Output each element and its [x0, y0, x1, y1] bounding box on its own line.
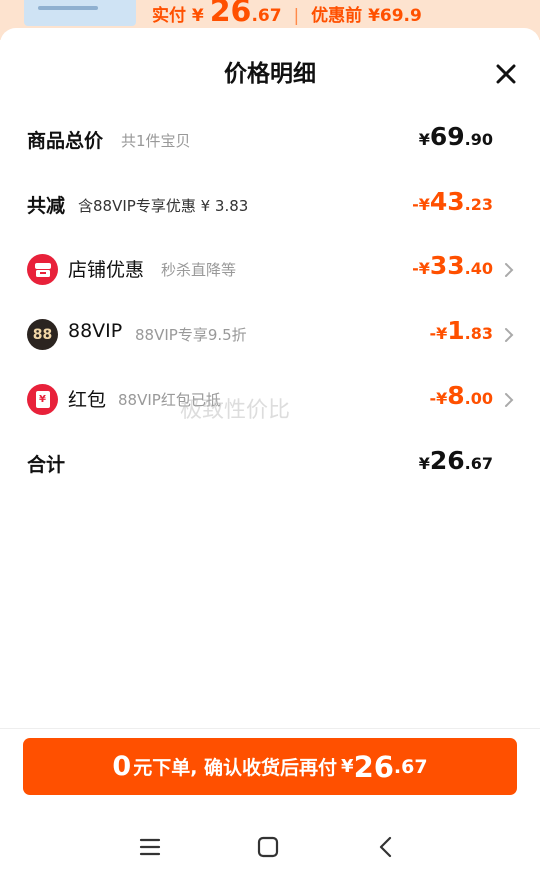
red-packet-label: 红包 — [68, 389, 107, 411]
actual-price-dec: .67 — [251, 6, 282, 26]
shop-discount-label: 店铺优惠 — [68, 259, 145, 281]
currency-symbol: ¥ — [191, 6, 204, 26]
chevron-right-icon[interactable] — [502, 326, 516, 344]
actual-price-int: 26 — [209, 0, 252, 29]
88vip-icon: 88 — [27, 319, 58, 350]
total-price-label: 商品总价 — [27, 130, 104, 152]
row-sum: 合计 ¥26.67 — [0, 446, 540, 486]
red-packet-icon: ¥ — [27, 384, 58, 415]
row-88vip[interactable]: 88 88VIP 88VIP专享9.5折 -¥1.83 — [0, 316, 540, 356]
row-shop-discount[interactable]: 店铺优惠 秒杀直降等 -¥33.40 — [0, 251, 540, 291]
reduced-sub: 含88VIP专享优惠 ¥ 3.83 — [78, 197, 249, 215]
red-packet-sub: 88VIP红包已抵 — [118, 391, 221, 409]
original-price-label: 优惠前 — [311, 6, 363, 26]
home-icon[interactable] — [255, 834, 281, 860]
sum-amount: ¥26.67 — [418, 446, 493, 475]
row-red-packet[interactable]: ¥ 红包 88VIP红包已抵 -¥8.00 — [0, 381, 540, 421]
back-icon[interactable] — [373, 834, 399, 860]
shop-discount-sub: 秒杀直降等 — [161, 261, 237, 279]
row-total-price: 商品总价 共1件宝贝 ¥69.90 — [0, 122, 540, 162]
vip-label: 88VIP — [68, 320, 123, 342]
store-discount-icon — [27, 254, 58, 285]
actual-pay-label: 实付 — [152, 6, 186, 26]
background-price-line: 实付 ¥ 26.67 | 优惠前 ¥69.9 — [152, 0, 422, 29]
row-total-reduced: 共减 含88VIP专享优惠 ¥ 3.83 -¥43.23 — [0, 187, 540, 227]
reduced-label: 共减 — [27, 195, 66, 217]
vip-amount: -¥1.83 — [429, 316, 493, 345]
price-separator: | — [293, 6, 300, 26]
place-order-button[interactable]: 0 元下单, 确认收货后再付 ¥26.67 — [23, 738, 517, 795]
sum-label: 合计 — [27, 454, 66, 476]
close-icon[interactable] — [492, 60, 520, 88]
reduced-amount: -¥43.23 — [412, 187, 493, 216]
total-price-amount: ¥69.90 — [418, 122, 493, 151]
shop-discount-amount: -¥33.40 — [412, 251, 493, 280]
product-thumbnail — [24, 0, 136, 26]
footer-divider — [0, 728, 540, 729]
sheet-title: 价格明细 — [224, 61, 316, 87]
red-packet-amount: -¥8.00 — [429, 381, 493, 410]
red-packet-glyph: ¥ — [35, 391, 50, 408]
system-navbar — [0, 810, 540, 881]
original-price: ¥69.9 — [368, 6, 422, 26]
total-price-sub: 共1件宝贝 — [121, 132, 191, 150]
menu-icon[interactable] — [137, 834, 163, 860]
chevron-right-icon[interactable] — [502, 391, 516, 409]
chevron-right-icon[interactable] — [502, 261, 516, 279]
vip-sub: 88VIP专享9.5折 — [135, 326, 247, 344]
